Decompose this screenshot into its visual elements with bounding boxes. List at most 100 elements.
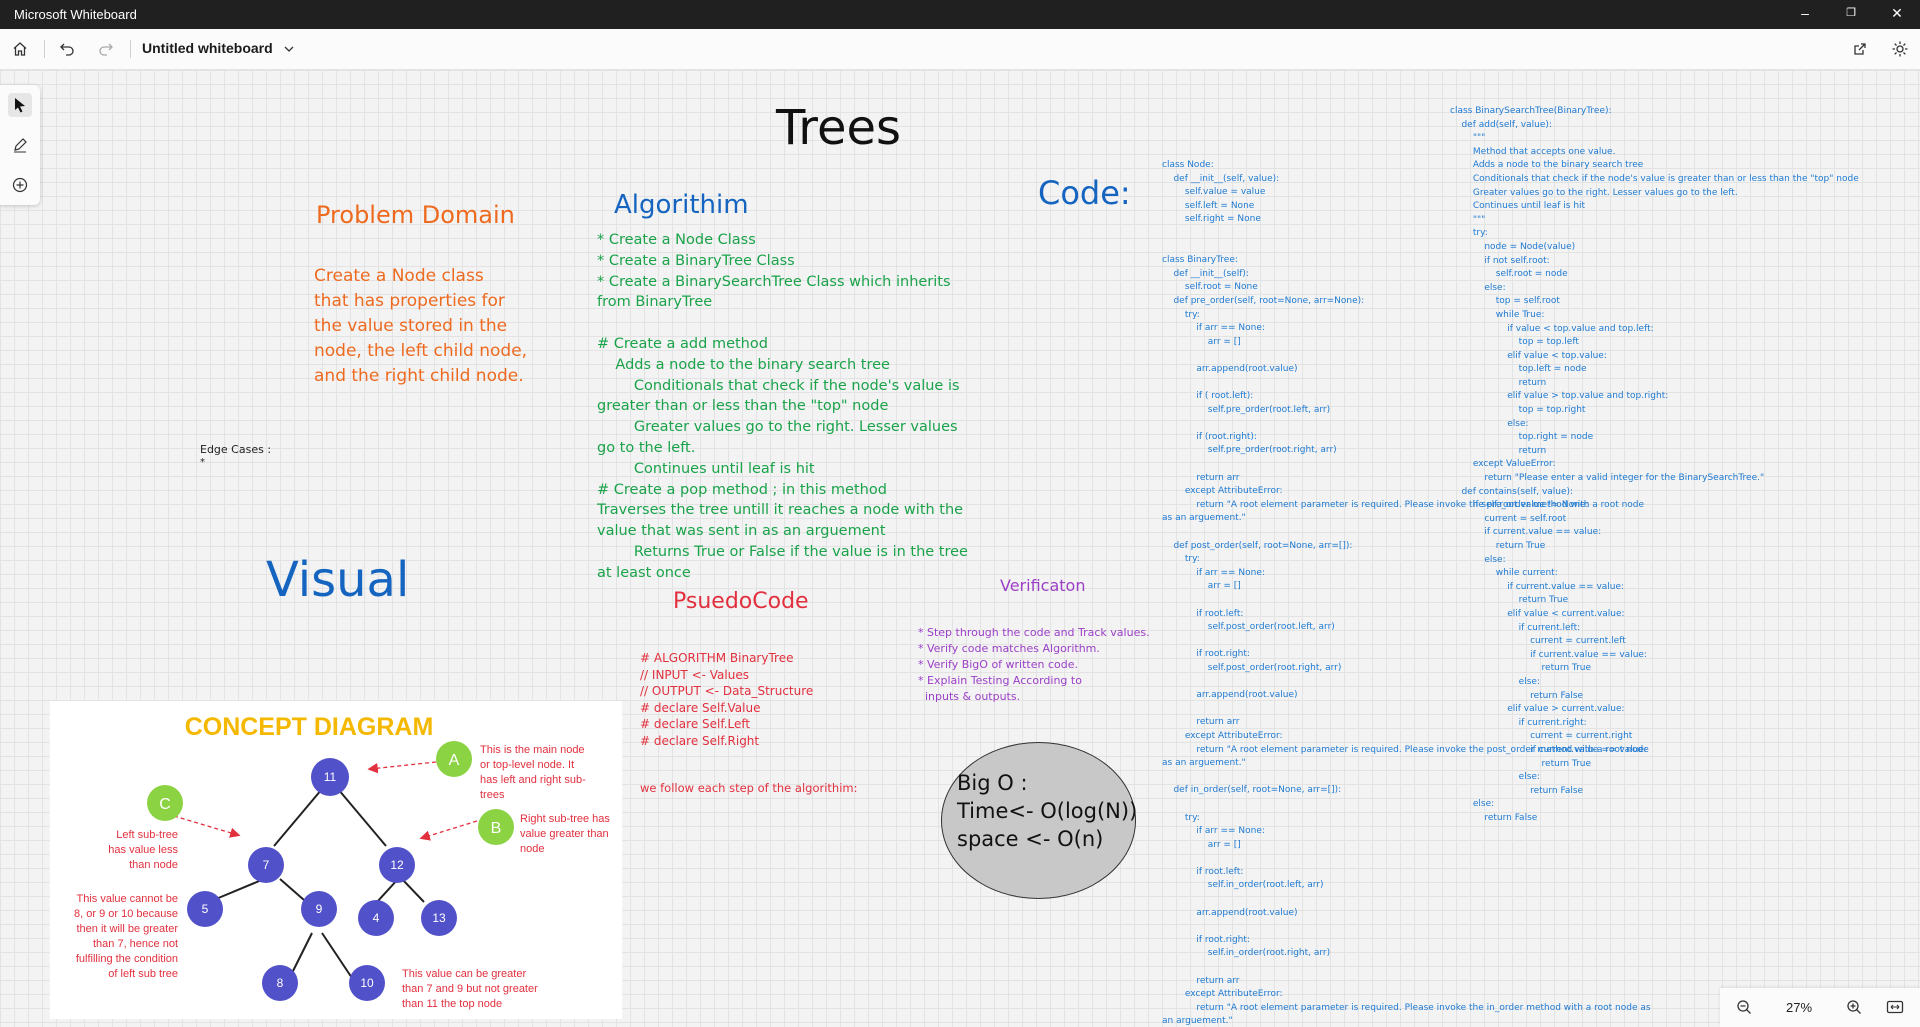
code-line: if root.right: [1162,934,1250,945]
algorithm-line: greater than or less than the "top" node [597,398,889,415]
tree-edge [321,932,355,982]
code-line: self.root = node [1450,269,1568,280]
code-line: else: [1450,772,1540,783]
note-c-line: than node [129,859,178,871]
code-line: while current: [1450,568,1558,579]
zoom-bar: 27% [1720,988,1920,1027]
note-a-line: or top-level node. It [480,759,574,771]
code-line: return [1450,445,1547,456]
note-d-line: then it will be greater [77,923,179,935]
code-line: """ [1450,133,1486,144]
algorithm-line: value that was sent in as an arguement [597,523,886,540]
problem-domain-line: node, the left child node, [314,341,528,361]
restore-button[interactable]: ❐ [1828,0,1874,29]
board-title: Trees [776,100,902,156]
verification-text: * Step through the code and Track values… [918,625,1150,705]
tree-edge [401,878,425,903]
home-icon[interactable] [8,37,32,61]
code-line: elif value < top.value: [1450,350,1607,361]
code-line: while True: [1450,309,1545,320]
code-block-right: class BinarySearchTree(BinaryTree): def … [1450,105,1859,825]
add-content-icon[interactable] [8,173,32,197]
code-line: self.in_order(root.left, arr) [1162,880,1324,891]
close-button[interactable]: ✕ [1874,0,1920,29]
code-line: Continues until leaf is hit [1450,201,1586,212]
code-line: if current.value == value: [1450,744,1647,755]
code-line: self.in_order(root.right, arr) [1162,948,1331,959]
tree-node-label: 11 [324,770,337,784]
verification-heading: Verificaton [1000,576,1086,595]
share-icon[interactable] [1848,37,1872,61]
problem-domain-line: and the right child node. [314,366,524,386]
algorithm-line: Adds a node to the binary search tree [597,356,890,373]
note-c-line: Left sub-tree [116,829,178,841]
code-line: arr = [] [1162,839,1241,850]
code-line: if arr == None: [1162,826,1265,837]
pseudocode-line: // INPUT <- Values [640,667,749,682]
code-line: top = self.root [1450,296,1560,307]
concept-diagram-title: CONCEPT DIAGRAM [185,713,434,741]
tree-node-label: 13 [432,911,446,925]
whiteboard-title[interactable]: Untitled whiteboard [142,40,273,56]
top-toolbar: Untitled whiteboard [0,29,1920,70]
pseudocode-line: # ALGORITHM BinaryTree [640,651,794,665]
whiteboard-canvas[interactable]: Trees Problem Domain Create a Node class… [0,70,1920,1027]
code-line: def add(self, value): [1450,119,1552,130]
code-line: """ [1450,214,1486,225]
code-line: return False [1450,812,1538,823]
minimize-button[interactable]: – [1782,0,1828,29]
pseudocode-line: // OUTPUT <- Data_Structure [640,684,814,698]
note-a-line: trees [480,789,505,801]
code-line: try: [1450,228,1488,239]
concept-diagram-svg: CONCEPT DIAGRAM 11 7 12 5 9 4 13 8 10 A … [74,713,610,1010]
zoom-level[interactable]: 27% [1786,1000,1812,1015]
big-o-line: space <- O(n) [957,827,1104,851]
code-line: class BinarySearchTree(BinaryTree): [1450,106,1612,116]
code-line: except AttributeError: [1162,989,1283,1000]
note-e-line: than 11 the top node [402,998,502,1010]
undo-icon[interactable] [55,37,79,61]
algorithm-line: at least once [597,564,691,581]
code-line: else: [1450,676,1540,687]
code-line: return "Please enter a valid integer for… [1450,473,1765,484]
tree-node-label: 4 [373,911,380,925]
verification-line: * Step through the code and Track values… [918,626,1150,639]
pen-tool-icon[interactable] [8,133,32,157]
code-line: Greater values go to the right. Lesser v… [1450,187,1738,198]
code-line: elif value > top.value and top.right: [1450,391,1669,402]
tree-edge [215,878,265,900]
big-o-line: Time<- O(log(N)) [957,799,1138,823]
chevron-down-icon[interactable] [277,37,301,61]
pseudocode-line: # declare Self.Value [640,700,761,715]
algorithm-line: * Create a Node Class [597,232,756,248]
note-e-line: than 7 and 9 but not greater [402,983,538,995]
redo-icon[interactable] [94,37,118,61]
zoom-in-icon[interactable] [1846,999,1862,1020]
problem-domain-line: that has properties for [314,291,505,311]
algorithm-line: * Create a BinaryTree Class [597,252,795,269]
code-line: return "A root element parameter is requ… [1162,1002,1651,1013]
visual-heading: Visual [266,552,410,608]
toolbar-divider [44,40,45,58]
code-line: else: [1450,418,1529,429]
algorithm-line: Greater values go to the right. Lesser v… [597,419,958,436]
zoom-out-icon[interactable] [1736,999,1752,1020]
algorithm-line: Traverses the tree untill it reaches a n… [597,502,964,519]
verification-line: * Verify BigO of written code. [918,658,1078,671]
settings-gear-icon[interactable] [1888,37,1912,61]
select-tool-pointer-icon[interactable] [8,93,32,117]
code-line: node = Node(value) [1450,241,1576,252]
algorithm-line: # Create a add method [597,335,768,352]
code-line: top = top.left [1450,337,1579,348]
tree-edge [273,788,323,847]
code-line: return True [1450,595,1569,606]
concept-diagram: CONCEPT DIAGRAM 11 7 12 5 9 4 13 8 10 A … [50,701,622,1019]
code-line: return True [1450,541,1546,551]
fit-to-screen-icon[interactable] [1886,999,1904,1020]
code-line: return [1450,377,1547,388]
algorithm-line: from BinaryTree [597,294,713,311]
code-line: current = current.right [1450,731,1633,742]
algorithm-line: # Create a pop method ; in this method [597,481,887,498]
tree-edge [337,788,387,847]
